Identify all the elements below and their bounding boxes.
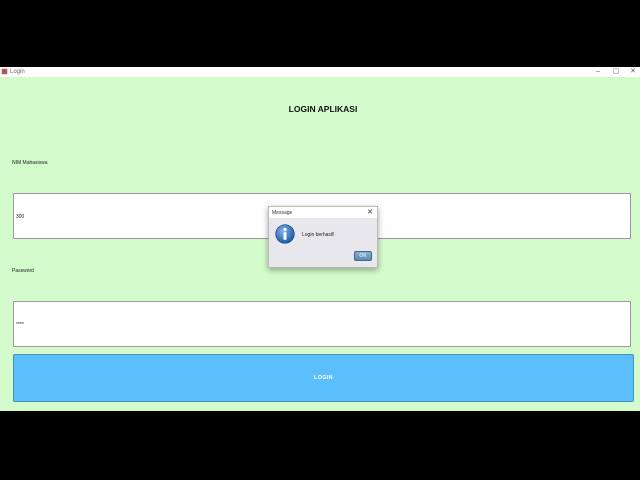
page-title: LOGIN APLIKASI (288, 104, 358, 114)
login-button[interactable]: LOGIN (13, 354, 634, 402)
password-input[interactable]: **** (13, 301, 631, 347)
password-label: Password (12, 268, 34, 274)
java-app-icon (1, 68, 8, 75)
ok-button[interactable]: OK (354, 251, 372, 261)
dialog-title: Message (272, 210, 293, 216)
dialog-titlebar[interactable]: Message ✕ (269, 207, 377, 218)
minimize-button[interactable]: – (591, 67, 605, 77)
close-button[interactable]: ✕ (626, 67, 640, 77)
dialog-message: Login berhasil! (302, 232, 335, 238)
nim-label: NIM Mahasiswa (12, 160, 48, 166)
info-icon (275, 224, 295, 244)
window-title: Login (10, 69, 25, 75)
message-dialog: Message ✕ Login berhasil! OK (268, 206, 378, 268)
dialog-close-button[interactable]: ✕ (367, 208, 373, 217)
window-titlebar[interactable]: Login – ▢ ✕ (0, 67, 640, 77)
maximize-button[interactable]: ▢ (609, 67, 623, 77)
